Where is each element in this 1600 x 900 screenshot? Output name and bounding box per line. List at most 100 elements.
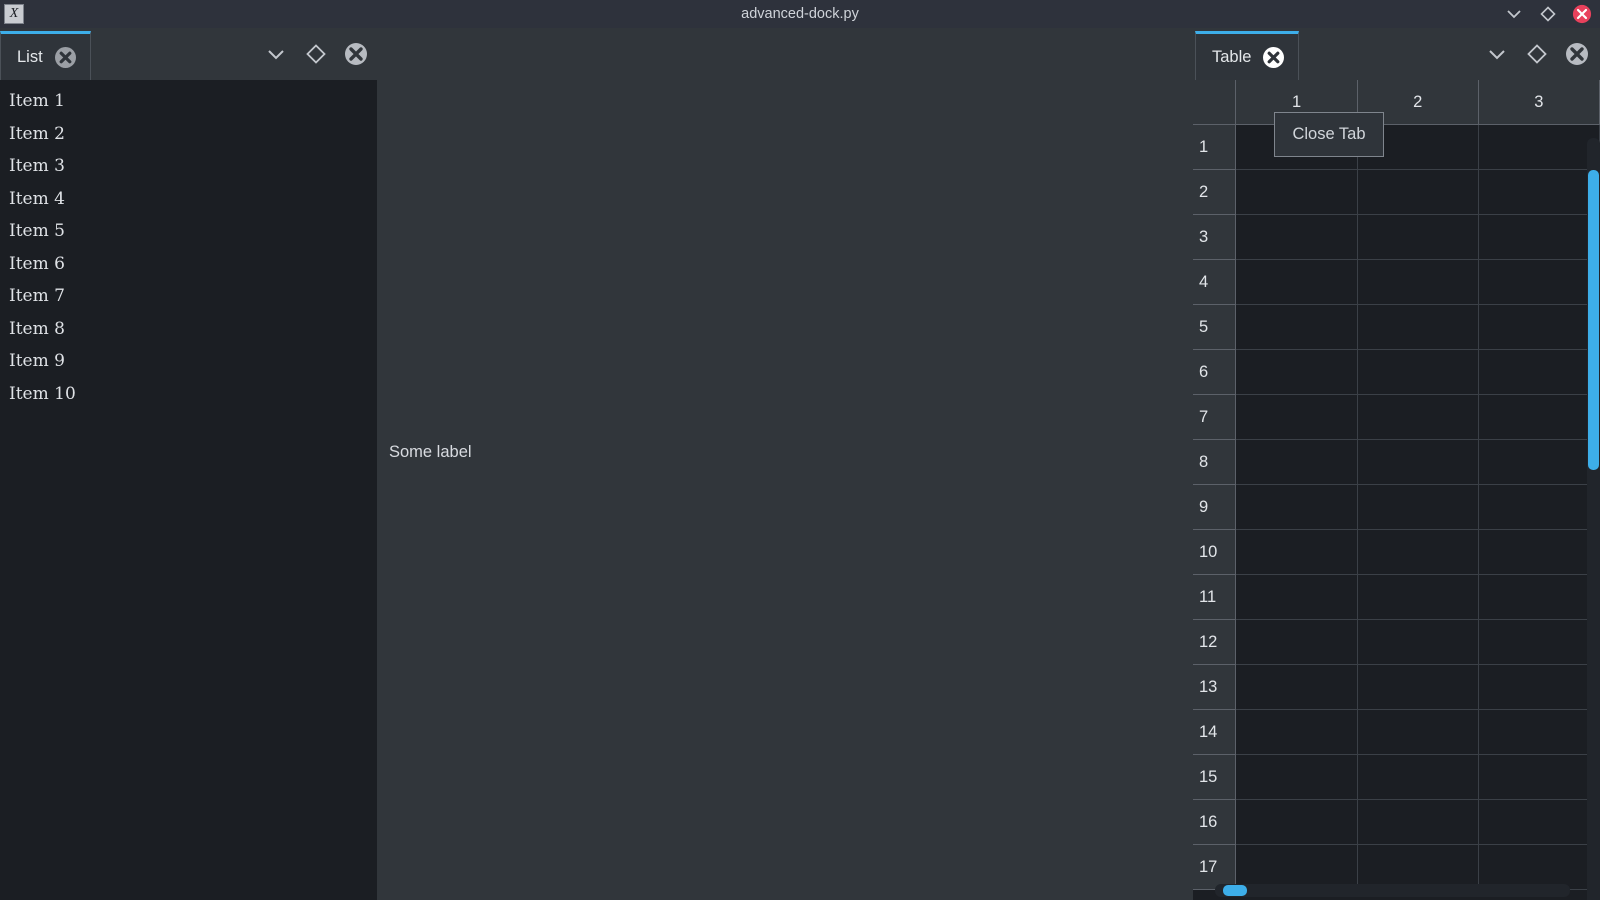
vertical-scrollbar[interactable] xyxy=(1587,138,1600,900)
tab-list[interactable]: List xyxy=(0,31,91,80)
dock-close-button[interactable] xyxy=(343,41,369,67)
list-item[interactable]: Item 6 xyxy=(0,248,377,281)
dock-menu-button[interactable] xyxy=(1484,41,1510,67)
list-item[interactable]: Item 1 xyxy=(0,85,377,118)
table-cell[interactable] xyxy=(1478,439,1600,485)
table-cell[interactable] xyxy=(1235,169,1358,215)
table-cell[interactable] xyxy=(1478,574,1600,620)
table-row-header[interactable]: 12 xyxy=(1193,619,1237,665)
list-item[interactable]: Item 2 xyxy=(0,118,377,151)
table-cell[interactable] xyxy=(1235,439,1358,485)
dock-menu-button[interactable] xyxy=(263,41,289,67)
tab-table[interactable]: Table xyxy=(1195,31,1300,80)
table-column-header[interactable]: 3 xyxy=(1478,80,1600,125)
list-item[interactable]: Item 7 xyxy=(0,280,377,313)
dock-float-button[interactable] xyxy=(1524,41,1550,67)
list-item[interactable]: Item 8 xyxy=(0,313,377,346)
close-circle-icon[interactable] xyxy=(54,46,76,68)
table-cell[interactable] xyxy=(1478,754,1600,800)
list-item[interactable]: Item 4 xyxy=(0,183,377,216)
table-row-header[interactable]: 9 xyxy=(1193,484,1237,530)
table-cell[interactable] xyxy=(1357,259,1479,305)
table-cell[interactable] xyxy=(1235,664,1358,710)
table-cell[interactable] xyxy=(1478,619,1600,665)
close-button[interactable] xyxy=(1572,4,1592,24)
table-cell[interactable] xyxy=(1478,169,1600,215)
table-row-header[interactable]: 7 xyxy=(1193,394,1237,440)
table-cell[interactable] xyxy=(1357,529,1479,575)
table-cell[interactable] xyxy=(1235,349,1358,395)
table-cell[interactable] xyxy=(1235,394,1358,440)
data-table[interactable]: 123 1 2 3 4 5 6 7 8 9 10 11 12 13 14 15 16 17 xyxy=(1193,80,1600,890)
table-cell[interactable] xyxy=(1478,664,1600,710)
table-cell[interactable] xyxy=(1357,619,1479,665)
table-row-header[interactable]: 6 xyxy=(1193,349,1237,395)
table-cell[interactable] xyxy=(1357,709,1479,755)
table-cell[interactable] xyxy=(1357,214,1479,260)
table-row-header[interactable]: 8 xyxy=(1193,439,1237,485)
table-cell[interactable] xyxy=(1235,304,1358,350)
table-cell[interactable] xyxy=(1235,799,1358,845)
close-circle-icon[interactable] xyxy=(1263,46,1285,68)
dock-close-button[interactable] xyxy=(1564,41,1590,67)
list-widget[interactable]: Item 1 Item 2 Item 3 Item 4 Item 5 Item … xyxy=(0,80,377,900)
list-item[interactable]: Item 10 xyxy=(0,378,377,411)
table-cell[interactable] xyxy=(1478,484,1600,530)
table-cell[interactable] xyxy=(1478,394,1600,440)
table-row-header[interactable]: 15 xyxy=(1193,754,1237,800)
table-row-header[interactable]: 1 xyxy=(1193,124,1237,170)
list-item[interactable]: Item 3 xyxy=(0,150,377,183)
table-cell[interactable] xyxy=(1478,799,1600,845)
table-cell[interactable] xyxy=(1357,484,1479,530)
table-cell[interactable] xyxy=(1478,259,1600,305)
table-cell[interactable] xyxy=(1235,754,1358,800)
horizontal-scrollbar-thumb[interactable] xyxy=(1223,885,1247,896)
table-row-header[interactable]: 11 xyxy=(1193,574,1237,620)
table-widget[interactable]: 123 1 2 3 4 5 6 7 8 9 10 11 12 13 14 15 16 17 xyxy=(1193,80,1600,900)
minimize-button[interactable] xyxy=(1504,4,1524,24)
table-cell[interactable] xyxy=(1478,214,1600,260)
table-cell[interactable] xyxy=(1235,214,1358,260)
table-cell[interactable] xyxy=(1478,529,1600,575)
table-cell[interactable] xyxy=(1357,439,1479,485)
list-item[interactable]: Item 5 xyxy=(0,215,377,248)
table-cell[interactable] xyxy=(1357,664,1479,710)
table-cell[interactable] xyxy=(1357,799,1479,845)
table-row-header[interactable]: 2 xyxy=(1193,169,1237,215)
table-cell[interactable] xyxy=(1357,574,1479,620)
table-cell[interactable] xyxy=(1235,619,1358,665)
table-cell[interactable] xyxy=(1357,754,1479,800)
table-cell[interactable] xyxy=(1357,844,1479,890)
table-corner-cell[interactable] xyxy=(1193,80,1237,125)
table-cell[interactable] xyxy=(1478,304,1600,350)
table-row-header[interactable]: 16 xyxy=(1193,799,1237,845)
table-cell[interactable] xyxy=(1235,259,1358,305)
maximize-button[interactable] xyxy=(1538,4,1558,24)
table-cell[interactable] xyxy=(1478,844,1600,890)
table-row-header[interactable]: 4 xyxy=(1193,259,1237,305)
table-cell[interactable] xyxy=(1357,349,1479,395)
table-row-header[interactable]: 13 xyxy=(1193,664,1237,710)
table-cell[interactable] xyxy=(1235,484,1358,530)
table-cell[interactable] xyxy=(1478,349,1600,395)
table-row-header[interactable]: 10 xyxy=(1193,529,1237,575)
table-cell[interactable] xyxy=(1357,169,1479,215)
table-row-header[interactable]: 5 xyxy=(1193,304,1237,350)
dock-float-button[interactable] xyxy=(303,41,329,67)
table-cell[interactable] xyxy=(1235,844,1358,890)
table-cell[interactable] xyxy=(1357,304,1479,350)
table-cell[interactable] xyxy=(1235,709,1358,755)
table-cell[interactable] xyxy=(1357,394,1479,440)
vertical-scrollbar-thumb[interactable] xyxy=(1588,170,1599,470)
table-cell[interactable] xyxy=(1478,709,1600,755)
table-cell[interactable] xyxy=(1478,124,1600,170)
table-row-header[interactable]: 3 xyxy=(1193,214,1237,260)
horizontal-scrollbar[interactable] xyxy=(1215,884,1570,897)
table-cell[interactable] xyxy=(1235,529,1358,575)
table-row: 13 xyxy=(1193,664,1600,710)
list-item[interactable]: Item 9 xyxy=(0,345,377,378)
table-row-header[interactable]: 14 xyxy=(1193,709,1237,755)
table-row-header[interactable]: 17 xyxy=(1193,844,1237,890)
some-label: Some label xyxy=(389,443,472,461)
table-cell[interactable] xyxy=(1235,574,1358,620)
